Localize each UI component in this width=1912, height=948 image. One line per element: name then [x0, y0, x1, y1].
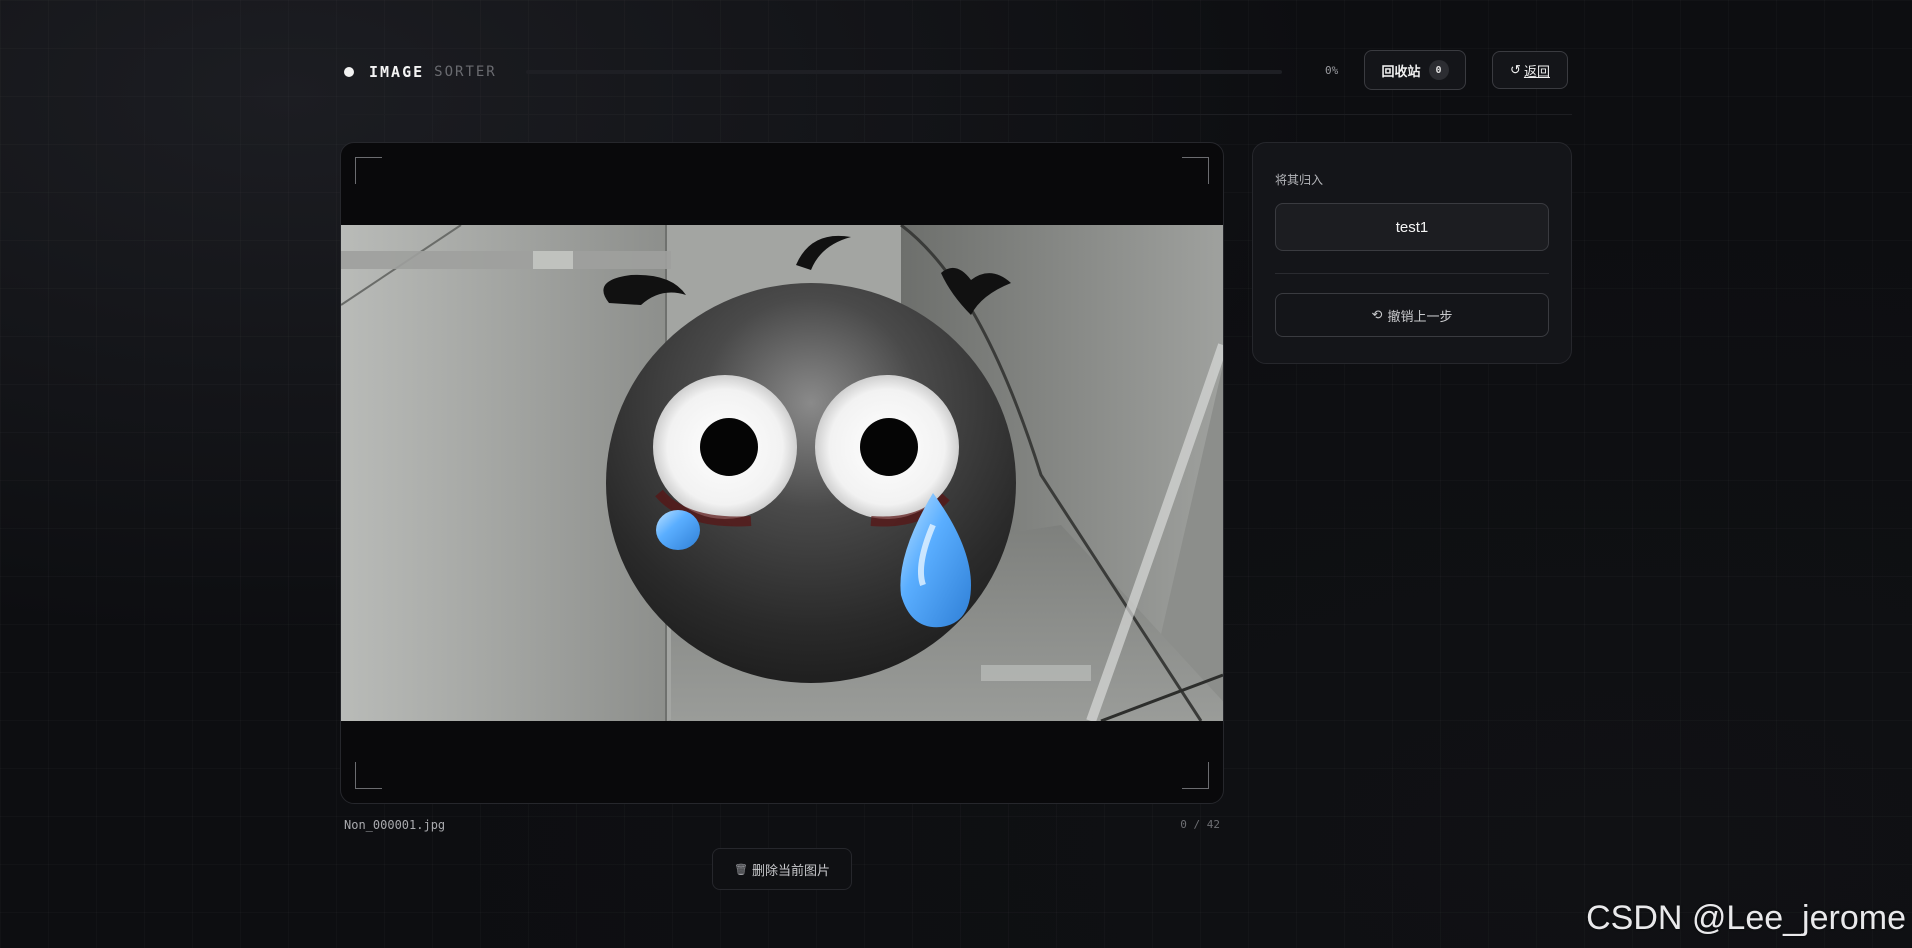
image-counter: 0 / 42: [1180, 818, 1220, 831]
corner-marker-bottom-right: [1182, 762, 1209, 789]
image-filename: Non_000001.jpg: [344, 818, 446, 832]
brand-title: IMAGE: [369, 63, 425, 81]
current-image: [341, 225, 1223, 721]
header: IMAGE SORTER 0% 回收站 0 ↺ 返回: [340, 50, 1572, 94]
header-divider: [340, 114, 1572, 115]
undo-label: 撤销上一步: [1387, 308, 1453, 324]
trash-count-badge: 0: [1428, 60, 1449, 80]
progress-percent: 0%: [1325, 64, 1339, 77]
corner-marker-bottom-left: [355, 762, 382, 789]
trash-icon: 🗑: [734, 863, 748, 876]
image-viewer: [340, 142, 1224, 804]
trash-button[interactable]: 回收站 0: [1364, 50, 1466, 90]
panel-divider: [1275, 273, 1549, 274]
brand-subtitle: SORTER: [434, 64, 497, 80]
delete-image-button[interactable]: 🗑 删除当前图片: [712, 848, 852, 890]
progress-bar: [526, 70, 1282, 74]
category-button-test1[interactable]: test1: [1275, 203, 1549, 251]
watermark: CSDN @Lee_jerome: [1586, 899, 1906, 937]
app: IMAGE SORTER 0% 回收站 0 ↺ 返回 Non_000001.jp…: [340, 0, 1572, 948]
corner-marker-top-left: [355, 157, 382, 184]
undo-button[interactable]: ⟲ 撤销上一步: [1275, 293, 1549, 337]
corner-marker-top-right: [1182, 157, 1209, 184]
brand-dot-icon: [344, 67, 354, 77]
undo-icon: ⟲: [1371, 307, 1383, 322]
back-icon: ↺: [1510, 62, 1521, 77]
delete-image-label: 删除当前图片: [751, 862, 830, 878]
sort-panel: 将其归入 test1 ⟲ 撤销上一步: [1252, 142, 1572, 364]
back-button[interactable]: ↺ 返回: [1492, 51, 1568, 89]
panel-title: 将其归入: [1275, 173, 1324, 187]
trash-label: 回收站: [1381, 63, 1421, 79]
back-label: 返回: [1523, 63, 1550, 79]
